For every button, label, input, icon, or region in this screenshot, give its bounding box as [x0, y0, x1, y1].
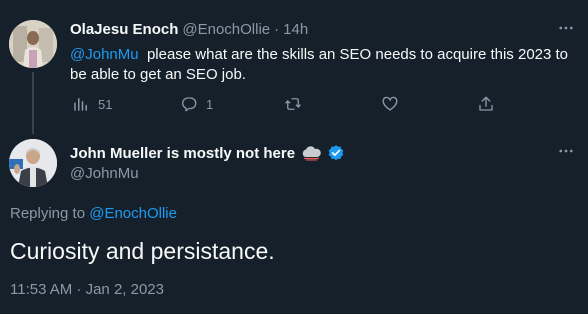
reply-count: 1 — [206, 96, 214, 112]
retweet-button[interactable] — [284, 95, 310, 113]
reply-button[interactable]: 1 — [180, 95, 213, 113]
parent-text-line-2: be able to get an SEO job. — [70, 66, 246, 83]
avatar-johnmu[interactable] — [9, 139, 57, 187]
retweet-icon — [285, 98, 301, 110]
more-icon — [559, 149, 573, 153]
avatar-enochollie[interactable] — [9, 20, 57, 68]
main-tweet-timestamp[interactable]: 11:53 AM · Jan 2, 2023 — [10, 281, 164, 298]
parent-separator: · — [274, 21, 280, 38]
parent-display-name[interactable]: OlaJesu Enoch — [70, 21, 178, 38]
replying-to-label: Replying to — [10, 205, 86, 222]
analytics-button[interactable]: 51 — [72, 95, 112, 113]
analytics-icon — [74, 98, 87, 111]
parent-handle[interactable]: @EnochOllie — [182, 21, 270, 38]
replying-to-handle-link[interactable]: @EnochOllie — [89, 205, 177, 222]
reply-icon — [182, 97, 197, 112]
cloud-emoji-icon — [302, 146, 321, 161]
share-icon — [479, 96, 493, 111]
like-icon — [382, 96, 398, 111]
avatar-image — [9, 20, 57, 68]
main-tweet-header: John Mueller is mostly not here — [70, 144, 345, 162]
parent-tweet-text: @JohnMu please what are the skills an SE… — [70, 45, 570, 85]
avatar-image — [9, 139, 57, 187]
main-display-name[interactable]: John Mueller is mostly not here — [70, 145, 295, 162]
like-button[interactable] — [381, 95, 407, 113]
main-handle[interactable]: @JohnMu — [70, 165, 139, 182]
thread-connector-line — [32, 72, 34, 134]
parent-tweet-header: OlaJesu Enoch @EnochOllie · 14h — [70, 21, 308, 38]
parent-mention-link[interactable]: @JohnMu — [70, 46, 139, 63]
parent-text-line-1: @JohnMu please what are the skills an SE… — [70, 45, 570, 65]
analytics-count: 51 — [98, 96, 113, 112]
more-icon — [559, 26, 573, 30]
parent-text-line1-body: please what are the skills an SEO needs … — [146, 46, 569, 63]
main-more-button[interactable] — [554, 142, 578, 160]
verified-badge-icon[interactable] — [327, 144, 345, 162]
share-button[interactable] — [477, 95, 495, 113]
parent-more-button[interactable] — [554, 19, 578, 37]
main-tweet-text: Curiosity and persistance. — [10, 238, 275, 264]
replying-to: Replying to @EnochOllie — [10, 205, 177, 222]
parent-time[interactable]: 14h — [283, 21, 308, 38]
